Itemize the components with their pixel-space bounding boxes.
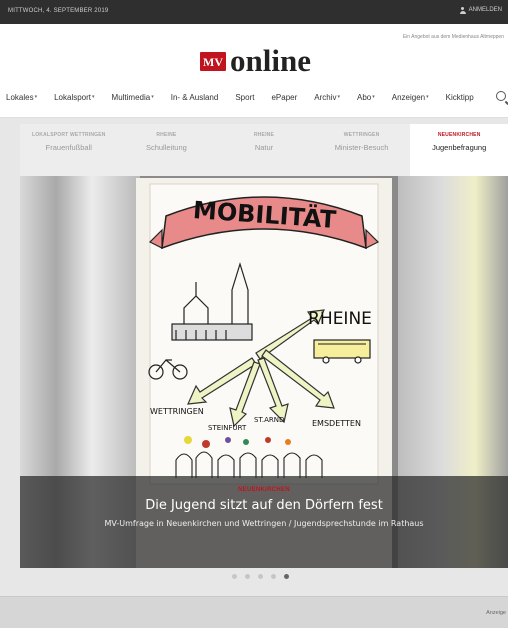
tab-title: Natur [254, 143, 274, 152]
nav-label: Anzeigen [391, 92, 426, 102]
slide-title[interactable]: Die Jugend sitzt auf den Dörfern fest [20, 498, 508, 513]
login-label: ANMELDEN [468, 7, 502, 13]
nav-item-multimedia[interactable]: Multimedia ▾ [112, 93, 154, 102]
login-link[interactable]: ANMELDEN [459, 7, 502, 14]
pager-dot-active[interactable] [284, 574, 289, 579]
nav-item-anzeigen[interactable]: Anzeigen ▾ [392, 93, 429, 102]
logo-wordmark: online [230, 43, 311, 78]
chevron-down-icon: ▾ [34, 94, 38, 100]
slide-kicker: NEUENKIRCHEN [238, 487, 290, 493]
tab-schulleitung[interactable]: RHEINE Schulleitung [118, 124, 216, 176]
chevron-down-icon: ▾ [426, 94, 429, 100]
site-header: Ein Angebot aus dem Medienhaus Altmeppen… [0, 24, 508, 118]
tab-jugenbefragung[interactable]: NEUENKIRCHEN Jugenbefragung [410, 124, 508, 176]
tab-kicker: RHEINE [253, 132, 275, 138]
pager-dot[interactable] [245, 574, 250, 579]
pager-dot[interactable] [232, 574, 237, 579]
logo-badge: MV [200, 51, 226, 71]
nav-label: Multimedia [111, 92, 151, 102]
slider-pagination [232, 574, 289, 579]
nav-label: Lokales [6, 92, 34, 102]
nav-item-abo[interactable]: Abo ▾ [357, 93, 375, 102]
tab-kicker: NEUENKIRCHEN [437, 132, 481, 138]
tab-frauenfussball[interactable]: LOKALSPORT WETTRINGEN Frauenfußball [20, 124, 118, 176]
tab-kicker: RHEINE [156, 132, 177, 138]
pager-dot[interactable] [258, 574, 263, 579]
slide-subtitle: MV-Umfrage in Neuenkirchen und Wettringe… [104, 519, 424, 528]
nav-label: In- & Ausland [170, 92, 219, 102]
nav-label: Lokalsport [54, 92, 92, 102]
poster-label-emsdetten: EMSDETTEN [312, 419, 361, 428]
teaser-tabs: LOKALSPORT WETTRINGEN Frauenfußball RHEI… [20, 124, 508, 176]
nav-label: Archiv [314, 92, 337, 102]
main-nav: Lokales ▾ Lokalsport ▾ Multimedia ▾ In- & A… [6, 88, 508, 106]
publisher-tagline: Ein Angebot aus dem Medienhaus Altmeppen [402, 34, 504, 40]
nav-item-epaper[interactable]: ePaper [271, 93, 297, 102]
poster-label-left: WETTRINGEN [150, 407, 204, 416]
nav-item-lokalsport[interactable]: Lokalsport ▾ [54, 93, 94, 102]
poster-label-stgrund: ST.ARND [254, 416, 284, 424]
chevron-down-icon: ▾ [151, 94, 154, 100]
user-icon [459, 7, 466, 14]
chevron-down-icon: ▾ [92, 94, 95, 100]
image-slider[interactable]: MOBILITÄT RHEINE WETTRINGEN STEINFURT ST… [20, 176, 508, 568]
chevron-down-icon: ▾ [372, 94, 375, 100]
current-date: MITTWOCH, 4. SEPTEMBER 2019 [8, 8, 109, 14]
poster-city-text: RHEINE [308, 309, 372, 329]
tab-title: Jugenbefragung [432, 143, 487, 152]
search-icon[interactable] [496, 91, 506, 101]
nav-label: Abo [357, 92, 372, 102]
ad-label: Anzeige [486, 610, 506, 616]
chevron-down-icon: ▾ [337, 94, 340, 100]
poster-label-steinfurt: STEINFURT [208, 424, 247, 432]
nav-item-sport[interactable]: Sport [235, 93, 254, 102]
tab-kicker: WETTRINGEN [343, 132, 380, 138]
tab-title: Schulleitung [145, 143, 187, 152]
nav-item-kicktipp[interactable]: Kicktipp [446, 93, 474, 102]
tab-title: Minister-Besuch [334, 143, 389, 152]
nav-label: ePaper [271, 92, 298, 102]
tab-minister-besuch[interactable]: WETTRINGEN Minister-Besuch [313, 124, 411, 176]
top-bar: MITTWOCH, 4. SEPTEMBER 2019 ANMELDEN [0, 0, 508, 24]
ad-strip: Anzeige [0, 596, 508, 628]
nav-label: Kicktipp [445, 92, 474, 102]
nav-item-archiv[interactable]: Archiv ▾ [314, 93, 340, 102]
site-logo[interactable]: MV online [200, 43, 311, 78]
nav-item-lokales[interactable]: Lokales ▾ [6, 93, 37, 102]
tab-title: Frauenfußball [45, 143, 92, 152]
tab-natur[interactable]: RHEINE Natur [215, 124, 313, 176]
tab-kicker: LOKALSPORT WETTRINGEN [31, 132, 106, 138]
nav-item-in-ausland[interactable]: In- & Ausland [171, 93, 219, 102]
pager-dot[interactable] [271, 574, 276, 579]
nav-label: Sport [235, 92, 255, 102]
